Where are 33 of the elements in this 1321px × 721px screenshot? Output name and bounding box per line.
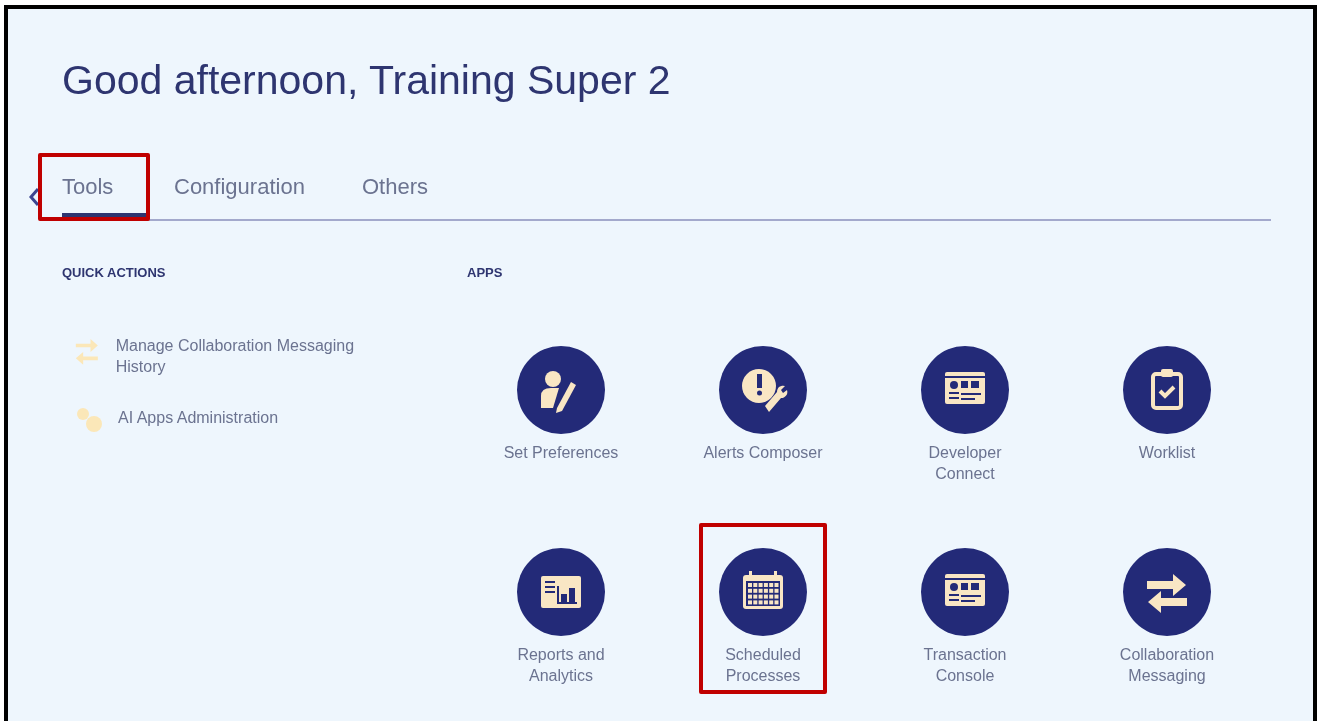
app-tile[interactable]: Collaboration Messaging: [1103, 523, 1231, 694]
clipboard-icon: [1123, 346, 1211, 434]
app-label: Set Preferences: [503, 443, 619, 463]
calendar-icon: [719, 548, 807, 636]
app-label: Developer Connect: [927, 443, 1003, 484]
app-label: Alerts Composer: [703, 443, 823, 463]
app-tile[interactable]: Set Preferences: [497, 321, 625, 471]
app-tile[interactable]: Transaction Console: [901, 523, 1029, 694]
app-tile[interactable]: Reports and Analytics: [497, 523, 625, 694]
app-label: Transaction Console: [922, 645, 1008, 686]
app-tile[interactable]: Developer Connect: [901, 321, 1029, 492]
tab[interactable]: Configuration: [150, 153, 338, 221]
app-tile[interactable]: Worklist: [1103, 321, 1231, 471]
arrows-icon: [1123, 548, 1211, 636]
quick-action-link[interactable]: AI Apps Administration: [62, 407, 384, 439]
alert-wrench-icon: [719, 346, 807, 434]
dashboard-icon: [921, 346, 1009, 434]
tab[interactable]: Tools: [38, 153, 150, 221]
app-tile[interactable]: Alerts Composer: [699, 321, 827, 471]
dashboard-icon: [921, 548, 1009, 636]
app-label: Scheduled Processes: [724, 645, 802, 686]
tab[interactable]: Others: [338, 153, 453, 221]
person-pencil-icon: [517, 346, 605, 434]
app-label: Worklist: [1138, 443, 1196, 463]
quick-action-link[interactable]: Manage Collaboration Messaging History: [62, 335, 384, 377]
app-label: Reports and Analytics: [516, 645, 606, 686]
greeting-title: Good afternoon, Training Super 2: [62, 56, 672, 105]
section-heading: QUICK ACTIONS: [62, 264, 167, 282]
chevron-left-icon[interactable]: [28, 187, 40, 207]
app-label: Collaboration Messaging: [1118, 645, 1216, 686]
section-heading: APPS: [467, 264, 504, 282]
report-icon: [517, 548, 605, 636]
app-tile[interactable]: Scheduled Processes: [699, 523, 827, 694]
